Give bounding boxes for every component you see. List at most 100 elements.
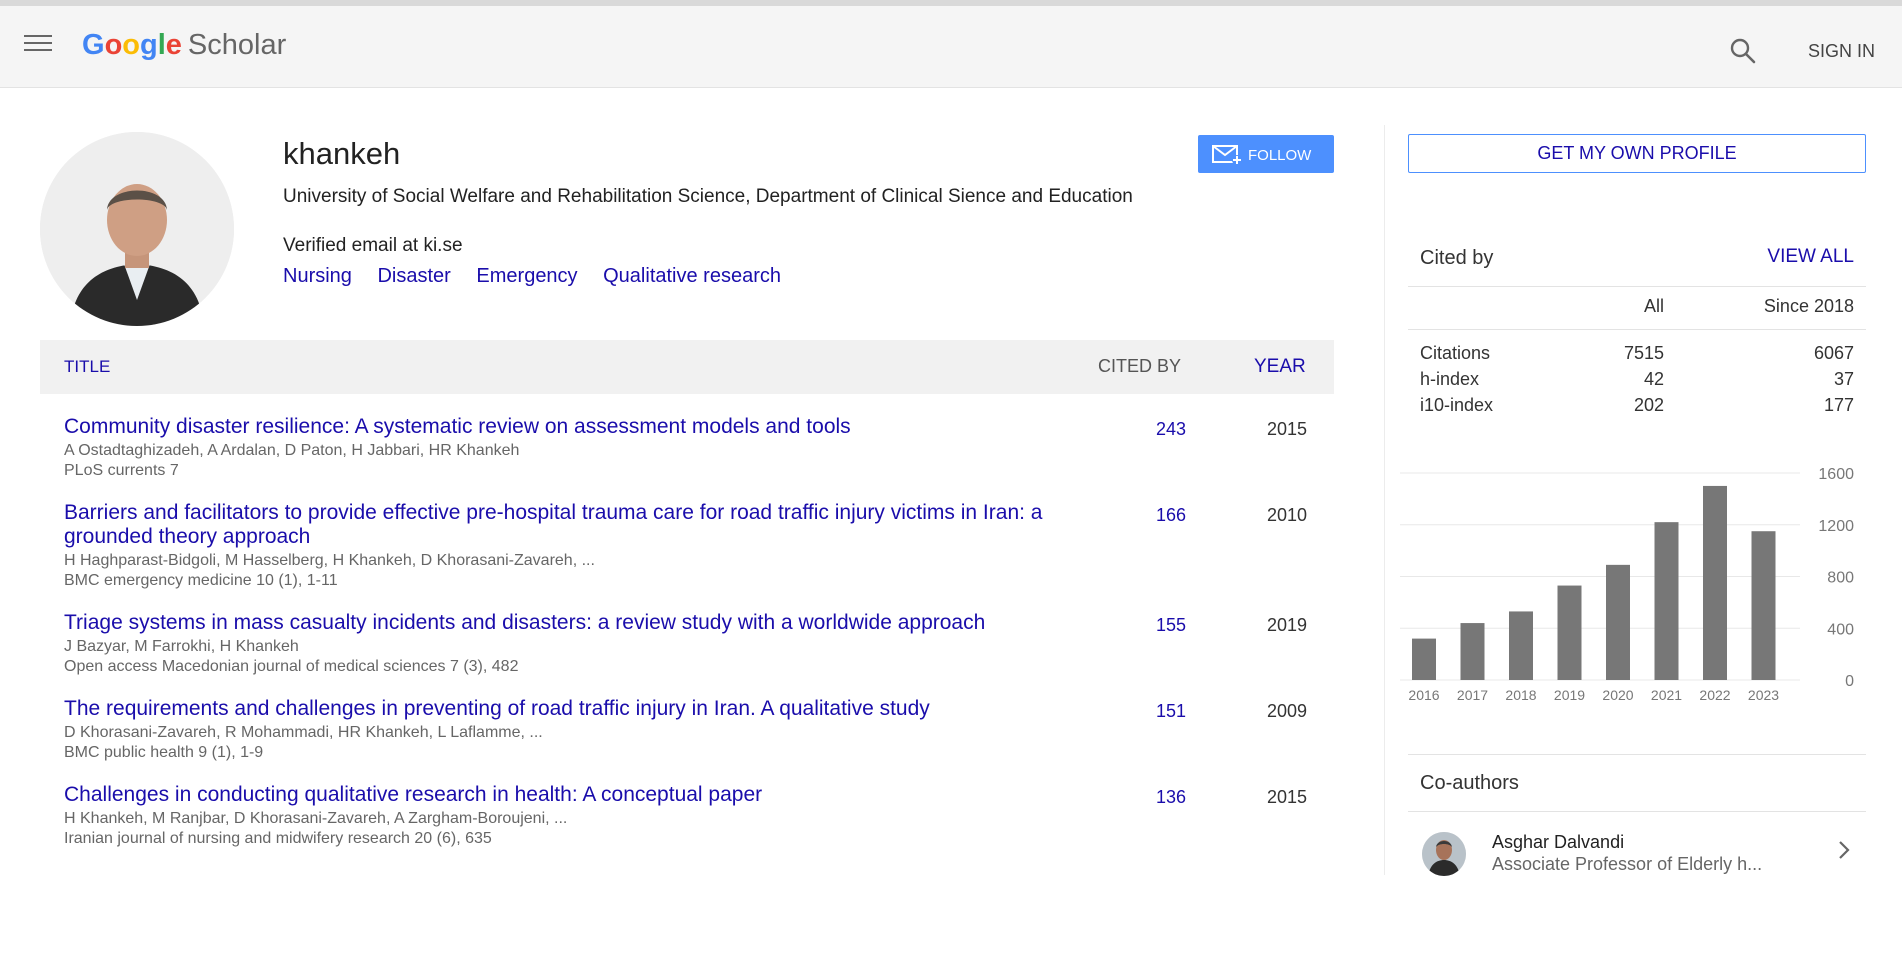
x-tick-label: 2022 (1699, 687, 1730, 703)
logo-letter: e (165, 29, 182, 61)
profile-affiliation: University of Social Welfare and Rehabil… (283, 186, 1133, 207)
chart-bar[interactable] (1703, 485, 1727, 680)
article-venue: PLoS currents 7 (64, 462, 179, 479)
follow-button[interactable]: FOLLOW (1198, 135, 1334, 173)
y-tick-label: 400 (1827, 621, 1854, 638)
interest-nursing[interactable]: Nursing (283, 265, 352, 287)
x-tick-label: 2023 (1748, 687, 1779, 703)
article-venue: BMC emergency medicine 10 (1), 1-11 (64, 572, 338, 589)
coauthor-item[interactable]: Asghar Dalvandi Associate Professor of E… (1408, 822, 1870, 876)
chart-bar[interactable] (1412, 638, 1436, 680)
citations-per-year-chart: 1600 1200 800 400 0 2016 2017 2018 2019 2020 2021 2… (1400, 466, 1854, 703)
coauthor-name: Asghar Dalvandi (1492, 832, 1625, 852)
article-year: 2009 (1267, 701, 1308, 721)
follow-label: FOLLOW (1248, 147, 1312, 164)
interest-disaster[interactable]: Disaster (377, 265, 450, 287)
divider (1408, 286, 1866, 287)
article-cited-by[interactable]: 136 (1156, 787, 1186, 808)
article-title[interactable]: Barriers and facilitators to provide eff… (40, 501, 1070, 549)
envelope-plus-icon (1212, 144, 1242, 168)
logo-letter: G (82, 29, 105, 61)
coauthor-avatar (1422, 832, 1466, 876)
article-year: 2019 (1267, 615, 1308, 635)
chart-bar[interactable] (1606, 564, 1630, 680)
coauthors-heading: Co-authors (1420, 772, 1519, 794)
article-cited-by[interactable]: 243 (1156, 419, 1186, 440)
interest-qualitative-research[interactable]: Qualitative research (603, 265, 781, 287)
chevron-right-icon[interactable] (1836, 840, 1852, 865)
x-tick-label: 2021 (1651, 687, 1682, 703)
divider (1408, 754, 1866, 755)
article-year: 2015 (1267, 419, 1308, 439)
get-my-own-profile-button[interactable]: GET MY OWN PROFILE (1408, 134, 1866, 173)
article-row: Barriers and facilitators to provide eff… (40, 501, 1334, 591)
y-tick-label: 1200 (1818, 518, 1854, 535)
cited-by-heading: Cited by (1420, 247, 1494, 269)
profile-avatar (40, 132, 234, 326)
article-authors: A Ostadtaghizadeh, A Ardalan, D Paton, H… (64, 442, 520, 459)
articles-list: Community disaster resilience: A systema… (40, 415, 1334, 875)
stat-i10-index-since: 177 (1823, 395, 1854, 415)
article-cited-by[interactable]: 166 (1156, 505, 1186, 526)
stat-citations-since: 6067 (1813, 343, 1854, 363)
article-venue: Iranian journal of nursing and midwifery… (64, 830, 492, 847)
x-tick-label: 2018 (1505, 687, 1536, 703)
search-icon[interactable] (1728, 36, 1758, 66)
article-title[interactable]: The requirements and challenges in preve… (40, 697, 1070, 721)
logo-letter: l (157, 29, 166, 61)
logo-product: Scholar (187, 29, 287, 61)
stat-h-index-since: 37 (1833, 369, 1854, 389)
article-title[interactable]: Triage systems in mass casualty incident… (40, 611, 1070, 635)
stat-label-i10-index: i10-index (1420, 395, 1494, 415)
article-venue: BMC public health 9 (1), 1-9 (64, 744, 264, 761)
sort-by-title[interactable]: TITLE (64, 357, 110, 377)
x-tick-label: 2016 (1408, 687, 1439, 703)
app-header: Google Scholar SIGN IN (0, 6, 1902, 88)
article-year: 2010 (1267, 505, 1308, 525)
interest-emergency[interactable]: Emergency (476, 265, 577, 287)
research-interests: Nursing Disaster Emergency Qualitative r… (283, 265, 801, 288)
profile-email: Verified email at ki.se (283, 235, 463, 256)
logo-letter: o (104, 29, 123, 61)
article-row: The requirements and challenges in preve… (40, 697, 1334, 763)
stat-citations-all: 7515 (1623, 343, 1664, 363)
article-authors: J Bazyar, M Farrokhi, H Khankeh (64, 638, 299, 655)
article-authors: H Khankeh, M Ranjbar, D Khorasani-Zavare… (64, 810, 568, 827)
menu-icon[interactable] (24, 35, 52, 57)
article-venue: Open access Macedonian journal of medica… (64, 658, 519, 675)
col-since-header: Since 2018 (1763, 296, 1854, 316)
chart-bar[interactable] (1509, 611, 1533, 680)
article-authors: D Khorasani-Zavareh, R Mohammadi, HR Kha… (64, 724, 543, 741)
profile-name: khankeh (283, 136, 401, 171)
stat-h-index-all: 42 (1643, 369, 1664, 389)
view-all-link[interactable]: VIEW ALL (1760, 246, 1854, 268)
column-divider (1384, 125, 1385, 875)
sort-by-cited[interactable]: CITED BY (1098, 356, 1181, 377)
article-cited-by[interactable]: 155 (1156, 615, 1186, 636)
chart-bar[interactable] (1557, 585, 1582, 680)
google-scholar-logo[interactable]: Google Scholar (82, 28, 286, 62)
stat-label-h-index: h-index (1420, 369, 1480, 389)
article-cited-by[interactable]: 151 (1156, 701, 1186, 722)
article-authors: H Haghparast-Bidgoli, M Hasselberg, H Kh… (64, 552, 595, 569)
logo-letter: o (122, 29, 140, 61)
article-row: Community disaster resilience: A systema… (40, 415, 1334, 481)
chart-bar[interactable] (1751, 531, 1776, 680)
article-year: 2015 (1267, 787, 1308, 807)
chart-bar[interactable] (1654, 522, 1679, 680)
chart-bar[interactable] (1460, 623, 1485, 680)
article-title[interactable]: Challenges in conducting qualitative res… (40, 783, 1070, 807)
articles-table-header: TITLE CITED BY YEAR (40, 340, 1334, 394)
coauthor-affiliation: Associate Professor of Elderly h... (1492, 854, 1763, 874)
x-tick-label: 2019 (1554, 687, 1585, 703)
sign-in-link[interactable]: SIGN IN (1808, 41, 1875, 62)
x-tick-label: 2017 (1457, 687, 1488, 703)
divider (1408, 329, 1866, 330)
x-tick-label: 2020 (1602, 687, 1633, 703)
article-title[interactable]: Community disaster resilience: A systema… (40, 415, 1070, 439)
y-tick-label: 800 (1827, 570, 1854, 587)
y-tick-label: 1600 (1818, 466, 1854, 483)
logo-letter: g (140, 29, 158, 61)
y-tick-label: 0 (1845, 673, 1854, 690)
sort-by-year[interactable]: YEAR (1254, 356, 1306, 378)
